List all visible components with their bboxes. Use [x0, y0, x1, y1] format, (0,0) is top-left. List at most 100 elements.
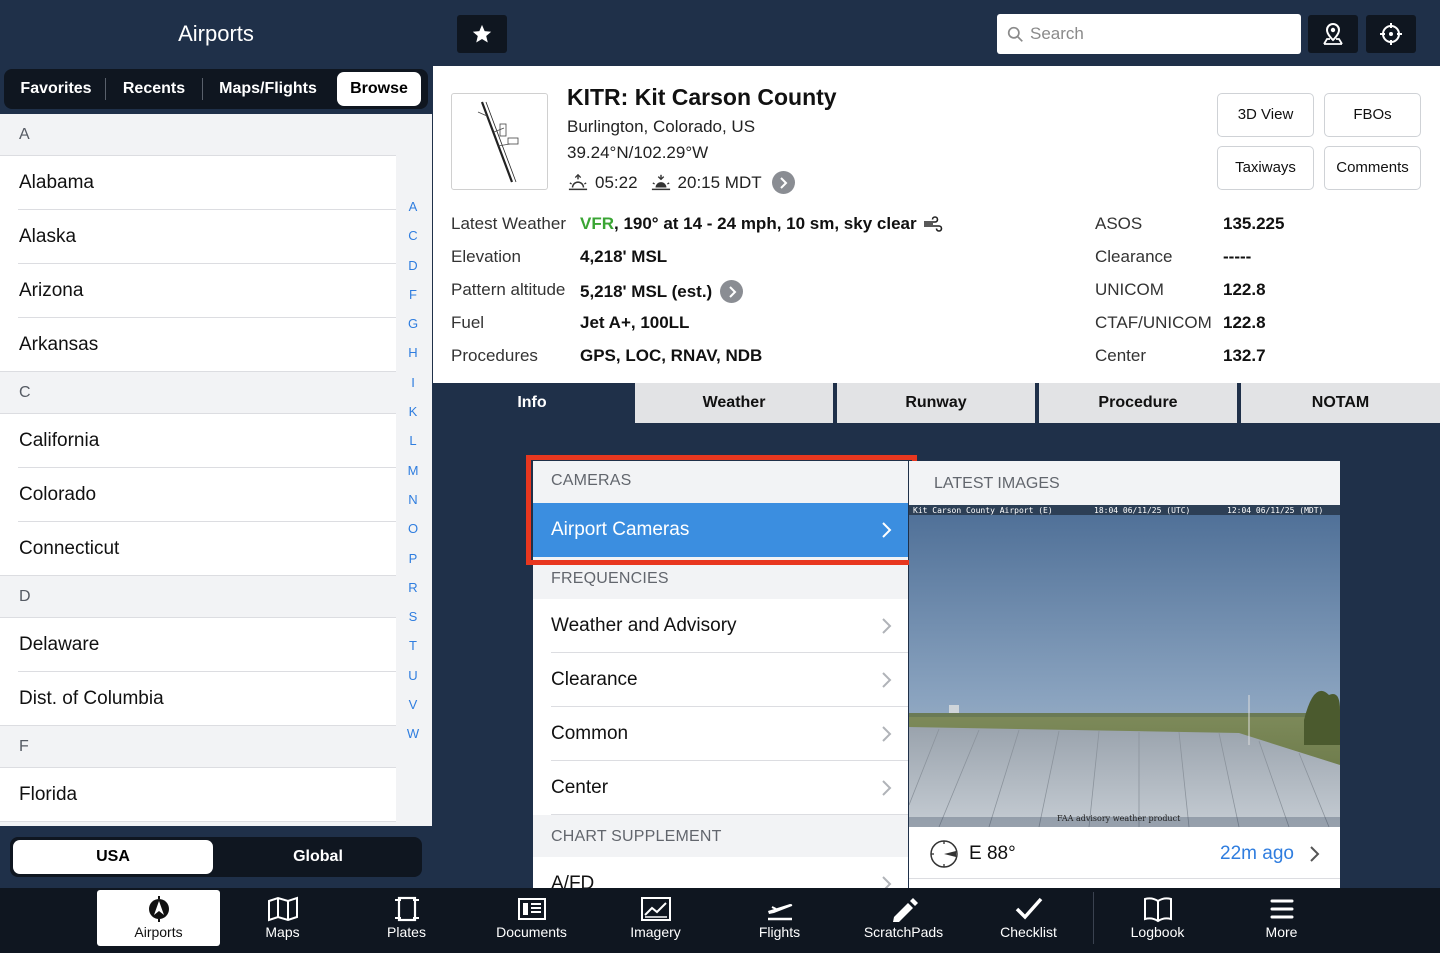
nav-documents[interactable]: Documents: [470, 890, 593, 946]
nav-maps[interactable]: Maps: [221, 890, 344, 946]
frequency-row-weather-advisory[interactable]: Weather and Advisory: [533, 599, 908, 653]
alpha-index-letter[interactable]: M: [398, 456, 428, 485]
segment-recents[interactable]: Recents: [106, 72, 202, 106]
tab-notam[interactable]: NOTAM: [1241, 383, 1440, 423]
pattern-altitude-more-button[interactable]: [720, 280, 744, 303]
alpha-index-letter[interactable]: U: [398, 661, 428, 690]
alpha-index-letter[interactable]: C: [398, 221, 428, 250]
search-field[interactable]: [997, 14, 1301, 54]
current-location-button[interactable]: [1366, 15, 1416, 53]
nav-label: Documents: [496, 924, 567, 940]
chevron-right-icon: [882, 876, 892, 888]
alpha-index-letter[interactable]: P: [398, 544, 428, 573]
sunset-icon: [651, 174, 670, 190]
alpha-index-letter[interactable]: H: [398, 338, 428, 367]
taxiways-button[interactable]: Taxiways: [1217, 146, 1314, 190]
region-global-button[interactable]: Global: [217, 840, 419, 874]
nav-label: Logbook: [1130, 924, 1185, 940]
segment-browse[interactable]: Browse: [337, 72, 421, 106]
alpha-index-letter[interactable]: N: [398, 485, 428, 514]
alpha-index-letter[interactable]: R: [398, 573, 428, 602]
latest-weather-value[interactable]: VFR, 190° at 14 - 24 mph, 10 sm, sky cle…: [580, 214, 943, 234]
tab-weather[interactable]: Weather: [635, 383, 833, 423]
comments-button[interactable]: Comments: [1324, 146, 1421, 190]
nav-plates[interactable]: Plates: [345, 890, 468, 946]
alpha-index-letter[interactable]: O: [398, 514, 428, 543]
state-row-california[interactable]: California: [0, 414, 396, 468]
nav-imagery[interactable]: Imagery: [594, 890, 717, 946]
camera-caption-local: 12:04 06/11/25 (MDT): [1227, 506, 1323, 515]
alpha-index-letter[interactable]: A: [398, 192, 428, 221]
nav-checklist[interactable]: Checklist: [967, 890, 1090, 946]
state-row-alabama[interactable]: Alabama: [0, 156, 396, 210]
alpha-index-letter[interactable]: T: [398, 631, 428, 660]
segment-maps-flights[interactable]: Maps/Flights: [203, 72, 333, 106]
state-row-arizona[interactable]: Arizona: [0, 264, 396, 318]
state-label: Colorado: [19, 484, 97, 505]
alpha-index-letter[interactable]: V: [398, 690, 428, 719]
alpha-index-letter[interactable]: F: [398, 280, 428, 309]
nav-flights[interactable]: Flights: [718, 890, 841, 946]
freq-value-unicom[interactable]: 122.8: [1223, 280, 1266, 300]
frequency-row-common[interactable]: Common: [533, 707, 908, 761]
freq-value-asos[interactable]: 135.225: [1223, 214, 1284, 234]
state-row-connecticut[interactable]: Connecticut: [0, 522, 396, 576]
freq-value-center[interactable]: 132.7: [1223, 346, 1266, 366]
alpha-index-letter[interactable]: L: [398, 426, 428, 455]
nav-logbook[interactable]: Logbook: [1096, 890, 1219, 946]
freq-value-ctaf-unicom[interactable]: 122.8: [1223, 313, 1266, 333]
airport-cameras-row[interactable]: Airport Cameras: [533, 503, 908, 557]
state-row-dist-of-columbia[interactable]: Dist. of Columbia: [0, 672, 396, 726]
state-row-florida[interactable]: Florida: [0, 768, 396, 822]
alpha-index-letter[interactable]: D: [398, 251, 428, 280]
frequency-row-clearance[interactable]: Clearance: [533, 653, 908, 707]
region-usa-button[interactable]: USA: [13, 840, 213, 874]
nav-label: Airports: [134, 924, 183, 940]
flight-category: VFR: [580, 214, 614, 233]
locate-airport-button[interactable]: [1308, 15, 1358, 53]
sun-times: 05:22 20:15 MDT: [567, 171, 795, 194]
elevation-value: 4,218' MSL: [580, 247, 668, 266]
3d-view-button[interactable]: 3D View: [1217, 93, 1314, 137]
camera-caption-location: Kit Carson County Airport (E): [913, 506, 1053, 515]
nav-more[interactable]: More: [1220, 890, 1343, 946]
sun-times-more-button[interactable]: [771, 171, 795, 194]
tab-runway[interactable]: Runway: [837, 383, 1035, 423]
favorite-button[interactable]: [457, 15, 507, 53]
fbos-button[interactable]: FBOs: [1324, 93, 1421, 137]
camera-direction: E 88°: [969, 843, 1016, 864]
bottom-tab-bar: Airports Maps Plates Documents Imagery F…: [0, 888, 1440, 953]
alpha-index-letter[interactable]: I: [398, 368, 428, 397]
alphabet-index[interactable]: ACDFGHIKLMNOPRSTUVW: [398, 192, 428, 749]
airport-cameras-label: Airport Cameras: [551, 519, 690, 540]
alpha-index-letter[interactable]: K: [398, 397, 428, 426]
section-header-frequencies: FREQUENCIES: [533, 559, 908, 599]
tab-procedure[interactable]: Procedure: [1039, 383, 1237, 423]
airport-diagram-thumbnail[interactable]: [451, 93, 548, 190]
chart-supplement-row-afd[interactable]: A/FD: [533, 857, 908, 888]
nav-airports[interactable]: Airports: [97, 890, 220, 946]
imagery-icon: [640, 897, 671, 921]
state-row-delaware[interactable]: Delaware: [0, 618, 396, 672]
section-header-cameras: CAMERAS: [533, 461, 908, 501]
segment-favorites[interactable]: Favorites: [7, 72, 105, 106]
airport-camera-image[interactable]: Kit Carson County Airport (E) 18:04 06/1…: [909, 505, 1340, 827]
state-row-colorado[interactable]: Colorado: [0, 468, 396, 522]
tab-info[interactable]: Info: [433, 383, 631, 423]
state-row-alaska[interactable]: Alaska: [0, 210, 396, 264]
chart-supplement-label: A/FD: [551, 873, 595, 888]
nav-label: Checklist: [1000, 924, 1057, 940]
state-row-arkansas[interactable]: Arkansas: [0, 318, 396, 372]
alpha-index-letter[interactable]: W: [398, 719, 428, 748]
alpha-index-letter[interactable]: G: [398, 309, 428, 338]
sunset-time: 20:15 MDT: [677, 172, 762, 192]
airport-title: KITR: Kit Carson County: [567, 84, 837, 110]
section-header-chart-supplement: CHART SUPPLEMENT: [533, 817, 908, 857]
state-list: A Alabama Alaska Arizona Arkansas C Cali…: [0, 114, 396, 822]
alpha-index-letter[interactable]: S: [398, 602, 428, 631]
info-menu: CAMERAS Airport Cameras FREQUENCIES Weat…: [533, 461, 908, 888]
frequency-row-center[interactable]: Center: [533, 761, 908, 815]
camera-footer[interactable]: E 88° 22m ago: [909, 827, 1340, 879]
search-input[interactable]: [1030, 24, 1280, 44]
nav-scratchpads[interactable]: ScratchPads: [842, 890, 965, 946]
